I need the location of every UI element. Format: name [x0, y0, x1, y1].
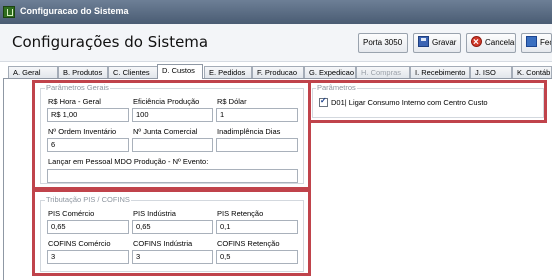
tab-clientes[interactable]: C. Clientes [108, 66, 158, 78]
close-button-label: Fec [540, 38, 551, 47]
highlight-parametros [308, 80, 547, 123]
window-title: Configuracao do Sistema [20, 6, 129, 16]
tab-strip: A. Geral B. Produtos C. Clientes D. Cust… [0, 64, 552, 79]
close-button[interactable]: Fec [521, 33, 552, 53]
highlight-gerais [32, 80, 311, 190]
tab-custos[interactable]: D. Custos [157, 64, 203, 79]
tab-contabil[interactable]: K. Contáb [512, 66, 552, 78]
highlight-tributacao [32, 189, 311, 276]
tab-produtos[interactable]: B. Produtos [58, 66, 108, 78]
page-title: Configurações do Sistema [12, 33, 209, 51]
close-icon [526, 36, 537, 48]
porta-button[interactable]: Porta 3050 [358, 33, 408, 53]
save-icon [418, 36, 429, 48]
header: Configurações do Sistema Porta 3050 Grav… [0, 24, 552, 62]
tab-producao[interactable]: F. Producao [252, 66, 304, 78]
porta-button-label: Porta 3050 [363, 38, 403, 47]
cancel-button-label: Cancelar [485, 38, 516, 47]
tab-pedidos[interactable]: E. Pedidos [204, 66, 252, 78]
cancel-button[interactable]: Cancelar [466, 33, 516, 53]
title-bar: Configuracao do Sistema [0, 0, 552, 24]
cancel-icon [471, 34, 482, 52]
save-button[interactable]: Gravar [413, 33, 461, 53]
app-icon [3, 6, 15, 18]
tab-expedicao[interactable]: G. Expedicao [304, 66, 356, 78]
save-button-label: Gravar [432, 38, 457, 47]
tab-geral[interactable]: A. Geral [8, 66, 58, 78]
tab-compras: H. Compras [356, 66, 410, 78]
tab-recebimento[interactable]: I. Recebimento [410, 66, 470, 78]
tab-iso[interactable]: J. ISO [470, 66, 512, 78]
